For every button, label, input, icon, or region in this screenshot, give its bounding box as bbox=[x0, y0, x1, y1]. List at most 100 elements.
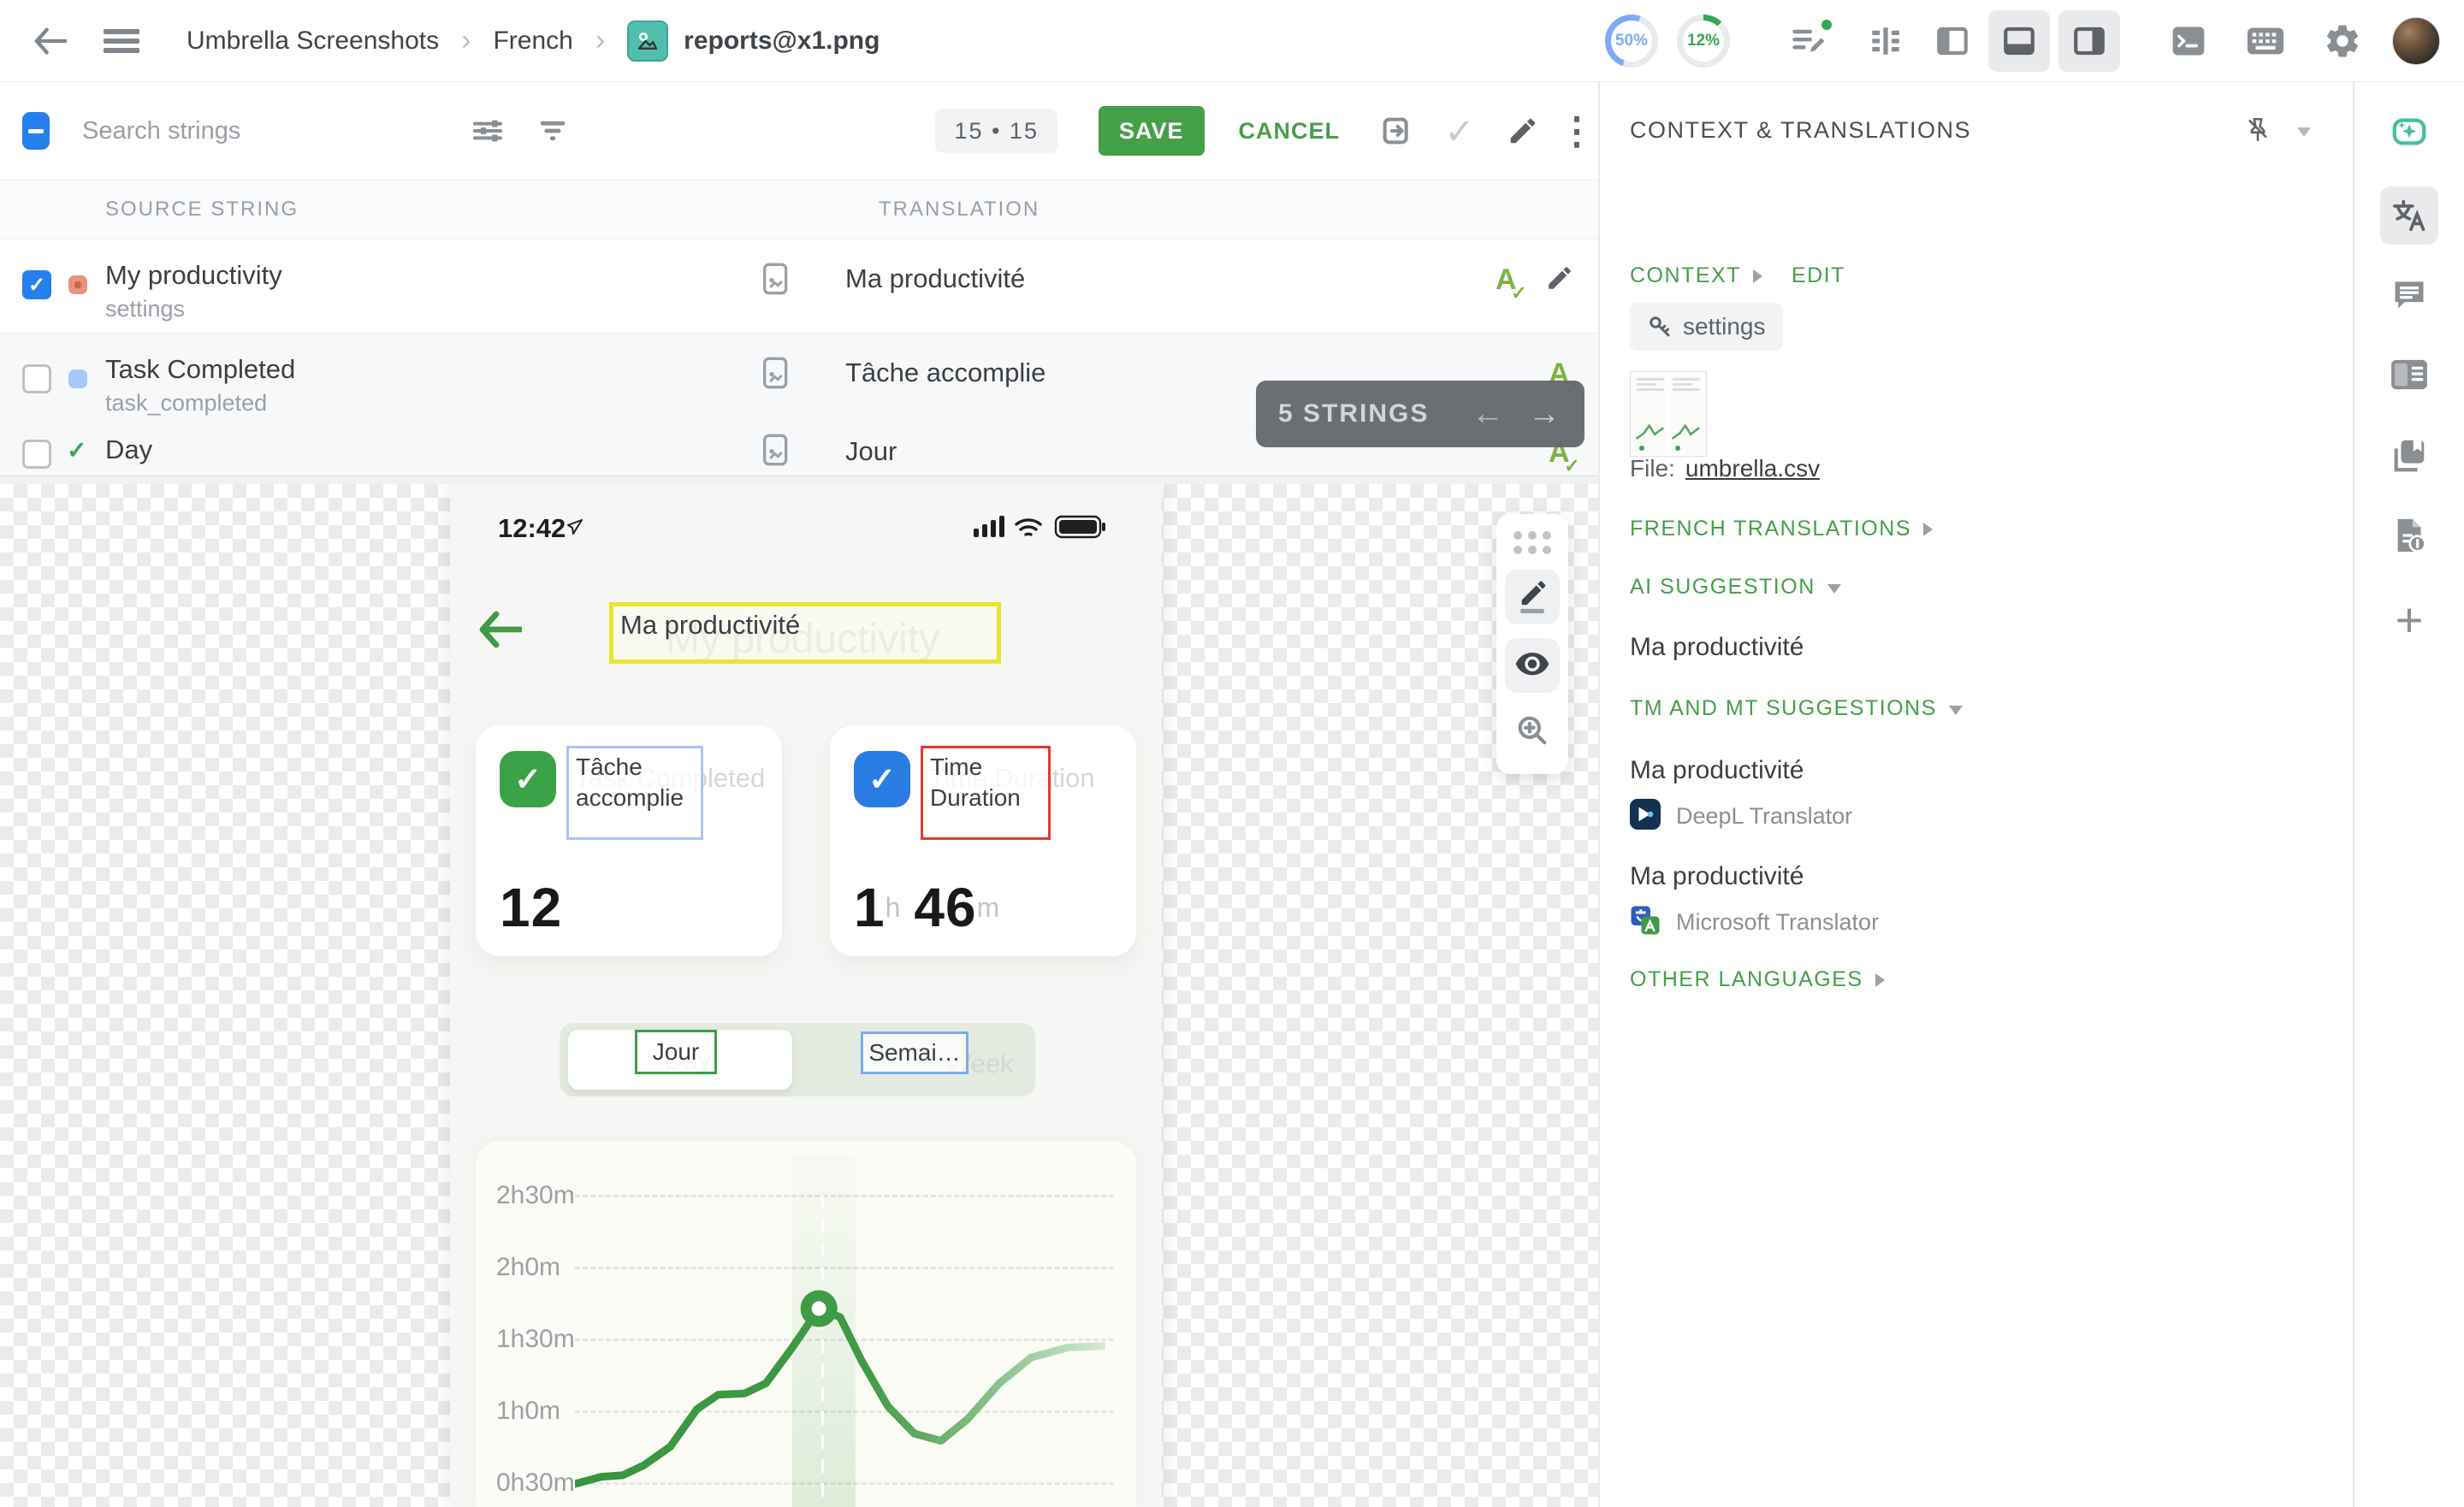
ai-assistant-icon[interactable] bbox=[2380, 103, 2438, 161]
select-all-checkbox[interactable] bbox=[22, 112, 50, 150]
time-label-annotation-box[interactable]: Time Duration bbox=[921, 746, 1051, 840]
zoom-in-icon[interactable] bbox=[1508, 706, 1556, 754]
phone-preview: 12:42 My productivity Ma pro bbox=[450, 484, 1162, 1507]
key-chip[interactable]: settings bbox=[1630, 303, 1783, 351]
signal-icon bbox=[974, 516, 1004, 537]
draw-mode-button[interactable] bbox=[1505, 570, 1560, 624]
ai-suggestion-text[interactable]: Ma productivité bbox=[1630, 633, 1804, 662]
translation-text[interactable]: Ma productivité bbox=[845, 263, 1025, 294]
section-tm-mt[interactable]: TM AND MT SUGGESTIONS bbox=[1630, 696, 1963, 721]
string-key[interactable]: task_completed bbox=[105, 390, 267, 417]
screenshot-attached-icon[interactable] bbox=[761, 356, 791, 394]
translation-text[interactable]: Tâche accomplie bbox=[845, 358, 1045, 388]
add-panel-icon[interactable]: + bbox=[2380, 590, 2438, 648]
menu-icon[interactable] bbox=[98, 17, 145, 65]
tasks-value: 12 bbox=[500, 876, 562, 939]
tab-translations-icon[interactable] bbox=[2380, 186, 2438, 245]
section-french-label: FRENCH TRANSLATIONS bbox=[1630, 517, 1911, 541]
tasks-icon[interactable] bbox=[1781, 14, 1836, 68]
section-ai-label: AI SUGGESTION bbox=[1630, 575, 1815, 600]
tm-suggestion-text[interactable]: Ma productivité bbox=[1630, 756, 1804, 785]
approve-check-icon[interactable]: ✓ bbox=[1434, 105, 1485, 157]
productivity-line bbox=[575, 1175, 1105, 1507]
segment-week-label: Semai… bbox=[868, 1037, 960, 1068]
tab-details-icon[interactable] bbox=[2380, 346, 2438, 404]
keyboard-shortcuts-icon[interactable] bbox=[2238, 14, 2293, 68]
productivity-chart-card: 2h30m 2h0m 1h30m 1h0m 0h30m bbox=[476, 1141, 1136, 1507]
cancel-button[interactable]: CANCEL bbox=[1239, 118, 1341, 145]
edit-pencil-icon[interactable] bbox=[1497, 105, 1549, 157]
gear-icon[interactable] bbox=[2315, 14, 2370, 68]
next-string-icon[interactable]: → bbox=[1528, 396, 1562, 433]
row-checkbox[interactable]: ✓ bbox=[22, 270, 51, 299]
row-checkbox[interactable] bbox=[22, 440, 51, 469]
segment-day-label: Jour bbox=[653, 1037, 699, 1067]
tab-string-info-icon[interactable] bbox=[2380, 506, 2438, 564]
breadcrumb-file[interactable]: reports@x1.png bbox=[684, 27, 880, 56]
key-icon bbox=[1647, 314, 1673, 340]
filter-settings-icon[interactable] bbox=[462, 105, 513, 157]
table-row[interactable]: ✓ My productivity settings Ma productivi… bbox=[0, 239, 1598, 334]
tm-suggestion-text[interactable]: Ma productivité bbox=[1630, 862, 1804, 891]
chevron-right-icon bbox=[1923, 523, 1933, 536]
translation-text[interactable]: Jour bbox=[845, 436, 897, 467]
segment-week-annotation-box[interactable]: Semai… bbox=[861, 1031, 968, 1074]
section-other-label: OTHER LANGUAGES bbox=[1630, 967, 1863, 992]
tasks-label-annotation-box[interactable]: Tâche accomplie bbox=[566, 746, 703, 840]
tab-comments-icon[interactable] bbox=[2380, 265, 2438, 323]
panel-rail: + bbox=[2353, 82, 2464, 1507]
edit-context-link[interactable]: EDIT bbox=[1792, 263, 1845, 288]
view-table-icon[interactable] bbox=[1858, 14, 1913, 68]
search-input[interactable] bbox=[80, 116, 440, 146]
blue-check-icon: ✓ bbox=[854, 751, 910, 807]
string-counter: 15 • 15 bbox=[935, 109, 1057, 153]
progress-ring-reviewed[interactable]: 12% bbox=[1677, 15, 1730, 68]
auto-translate-icon[interactable]: A✓ bbox=[1496, 263, 1517, 296]
tm-provider-row: Microsoft Translator bbox=[1630, 905, 1879, 940]
preview-eye-button[interactable] bbox=[1505, 638, 1560, 693]
view-panel-bottom-icon[interactable] bbox=[1988, 10, 2050, 72]
tab-glossary-icon[interactable] bbox=[2380, 426, 2438, 484]
notification-dot bbox=[1819, 17, 1834, 33]
collapse-chevron-icon[interactable] bbox=[2285, 111, 2323, 149]
prev-string-icon[interactable]: ← bbox=[1472, 396, 1506, 433]
segment-day-annotation-box[interactable]: Jour bbox=[635, 1030, 717, 1074]
string-key[interactable]: settings bbox=[105, 296, 185, 322]
source-string[interactable]: My productivity bbox=[105, 260, 282, 291]
status-badge-unverified bbox=[68, 369, 87, 388]
filter-icon[interactable] bbox=[527, 105, 578, 157]
title-annotation-box[interactable]: Ma productivité bbox=[609, 602, 1001, 664]
chevron-down-icon bbox=[1949, 706, 1963, 715]
view-panel-left-icon[interactable] bbox=[1925, 14, 1980, 68]
terminal-icon[interactable] bbox=[2161, 14, 2216, 68]
section-ai-suggestion[interactable]: AI SUGGESTION bbox=[1630, 575, 1841, 600]
status-icons bbox=[974, 513, 1124, 545]
time-hours: 1 bbox=[854, 876, 886, 939]
row-edit-pencil-icon[interactable] bbox=[1545, 263, 1574, 297]
breadcrumb-language[interactable]: French bbox=[493, 27, 572, 56]
row-checkbox[interactable] bbox=[22, 364, 51, 393]
screenshot-attached-icon[interactable] bbox=[761, 433, 791, 471]
view-panel-right-icon[interactable] bbox=[2058, 10, 2120, 72]
drag-handle-icon[interactable] bbox=[1513, 531, 1551, 554]
screenshot-thumbnail[interactable] bbox=[1630, 371, 1707, 457]
file-link[interactable]: umbrella.csv bbox=[1685, 455, 1820, 482]
breadcrumb-project[interactable]: Umbrella Screenshots bbox=[187, 27, 439, 56]
duplicate-icon[interactable] bbox=[1371, 105, 1422, 157]
context-tab[interactable]: CONTEXT bbox=[1630, 263, 1741, 288]
source-string[interactable]: Task Completed bbox=[105, 354, 295, 385]
time-value: 1 h 46 m bbox=[854, 876, 999, 939]
progress-ring-reviewed-value: 12% bbox=[1687, 32, 1720, 50]
kebab-menu-icon[interactable]: ⋮ bbox=[1555, 105, 1598, 157]
section-french-translations[interactable]: FRENCH TRANSLATIONS bbox=[1630, 517, 1933, 541]
avatar[interactable] bbox=[2392, 17, 2440, 65]
screenshot-attached-icon[interactable] bbox=[761, 262, 791, 300]
panel-title: CONTEXT & TRANSLATIONS bbox=[1630, 117, 1971, 144]
save-button[interactable]: SAVE bbox=[1099, 106, 1205, 156]
section-other-languages[interactable]: OTHER LANGUAGES bbox=[1630, 967, 1885, 992]
source-string[interactable]: Day bbox=[105, 434, 152, 465]
back-icon[interactable] bbox=[26, 17, 74, 65]
progress-ring-total[interactable]: 50% bbox=[1605, 15, 1658, 68]
time-card: ✓ Time Duration Time Duration 1 h 46 m bbox=[830, 725, 1136, 956]
unpin-icon[interactable] bbox=[2237, 109, 2278, 151]
